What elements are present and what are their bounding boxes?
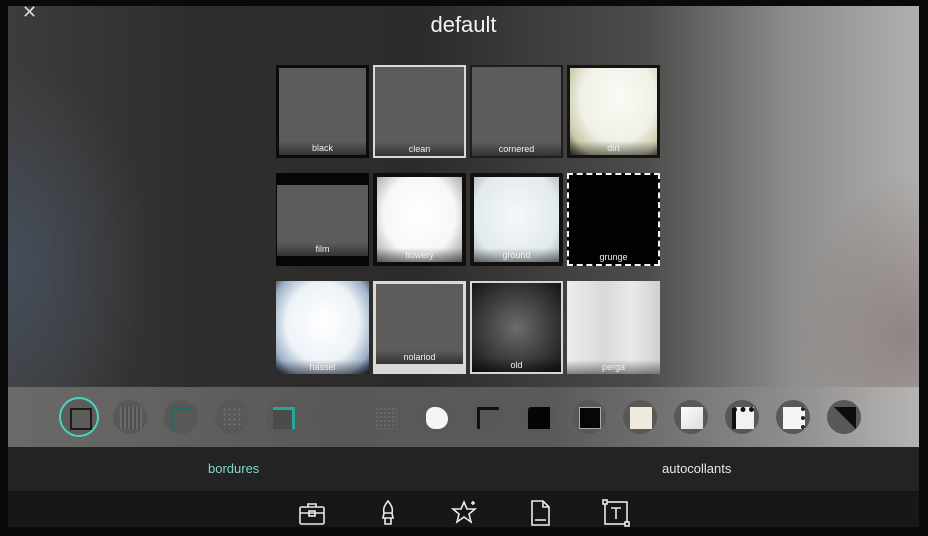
category-thumb-black-square-icon[interactable] xyxy=(521,400,555,434)
tab-bar: bordures autocollants xyxy=(8,447,919,491)
white-blob-icon xyxy=(426,407,448,429)
frame-tile-clean[interactable]: clean xyxy=(373,65,466,158)
frame-tile-nolariod[interactable]: nolariod xyxy=(373,281,466,374)
frame-tile-cornered[interactable]: cornered xyxy=(470,65,563,158)
plain-circle-icon xyxy=(324,407,346,429)
category-thumb-grunge-white-icon[interactable] xyxy=(776,400,810,434)
frame-tile-grunge[interactable]: grunge xyxy=(567,173,660,266)
category-thumb-film-strip-icon[interactable] xyxy=(725,400,759,434)
frame-tile-perga[interactable]: perga xyxy=(567,281,660,374)
frame-tile-black[interactable]: black xyxy=(276,65,369,158)
category-thumb-white-blob-icon[interactable] xyxy=(419,400,453,434)
screen: ✕ default black clean cornered dirt film flow… xyxy=(8,6,919,527)
grunge-white-icon xyxy=(783,407,805,429)
frame-tile-ground[interactable]: ground xyxy=(470,173,563,266)
black-frame-icon xyxy=(579,407,601,429)
speckle-icon xyxy=(222,407,244,429)
square-frame-icon xyxy=(70,408,92,430)
corner-frame-icon xyxy=(171,407,193,429)
teal-corner-icon xyxy=(273,407,295,429)
frame-tile-hassel[interactable]: hassel xyxy=(276,281,369,374)
frame-tile-label: perga xyxy=(567,360,660,374)
frame-grid: black clean cornered dirt film flowery ground g… xyxy=(276,65,660,377)
category-thumb-dark-square-icon[interactable] xyxy=(470,400,504,434)
frame-tile-label: ground xyxy=(474,248,559,262)
frame-tile-dirt[interactable]: dirt xyxy=(567,65,660,158)
frame-tile-label: flowery xyxy=(377,248,462,262)
category-thumb-strip xyxy=(8,387,919,447)
text-frame-icon[interactable] xyxy=(601,498,631,527)
frame-tile-film[interactable]: film xyxy=(276,173,369,266)
frame-tile-label: dirt xyxy=(570,141,657,155)
category-thumb-plain-circle-icon[interactable] xyxy=(317,400,351,434)
frame-tile-label: black xyxy=(279,141,366,155)
category-thumb-teal-corner-icon[interactable] xyxy=(266,400,300,434)
frame-tile-label: cornered xyxy=(472,142,561,156)
frame-tile-label: clean xyxy=(375,142,464,156)
frame-tile-label: nolariod xyxy=(376,350,463,364)
bottom-toolbar xyxy=(8,491,919,527)
category-thumb-white-square-icon[interactable] xyxy=(674,400,708,434)
half-dark-icon xyxy=(834,407,856,429)
document-icon[interactable] xyxy=(525,498,555,527)
frame-tile-old[interactable]: old xyxy=(470,281,563,374)
tab-autocollants[interactable]: autocollants xyxy=(662,461,731,476)
frame-tile-label: old xyxy=(472,358,561,372)
category-thumb-square-frame-icon[interactable] xyxy=(59,397,99,437)
category-thumb-half-dark-icon[interactable] xyxy=(827,400,861,434)
brush-icon[interactable] xyxy=(373,498,403,527)
dark-square-icon xyxy=(477,407,499,429)
category-thumb-black-frame-icon[interactable] xyxy=(572,400,606,434)
magic-star-icon[interactable] xyxy=(449,498,479,527)
frame-tile-label: hassel xyxy=(276,360,369,374)
category-thumb-grain-icon[interactable] xyxy=(368,400,402,434)
film-strip-icon xyxy=(732,407,754,429)
grain-icon xyxy=(375,407,397,429)
frame-tile-flowery[interactable]: flowery xyxy=(373,173,466,266)
frame-tile-label: grunge xyxy=(569,250,658,264)
toolbox-icon[interactable] xyxy=(297,498,327,527)
page-title: default xyxy=(430,12,497,37)
category-thumb-speckle-icon[interactable] xyxy=(215,400,249,434)
category-thumb-dotted-texture-icon[interactable] xyxy=(113,400,147,434)
white-square-icon xyxy=(681,407,703,429)
tab-bordures[interactable]: bordures xyxy=(208,461,259,476)
frame-tile-label: film xyxy=(277,242,368,256)
dotted-texture-icon xyxy=(120,407,142,429)
category-thumb-cream-square-icon[interactable] xyxy=(623,400,657,434)
black-square-icon xyxy=(528,407,550,429)
cream-square-icon xyxy=(630,407,652,429)
category-thumb-corner-frame-icon[interactable] xyxy=(164,400,198,434)
